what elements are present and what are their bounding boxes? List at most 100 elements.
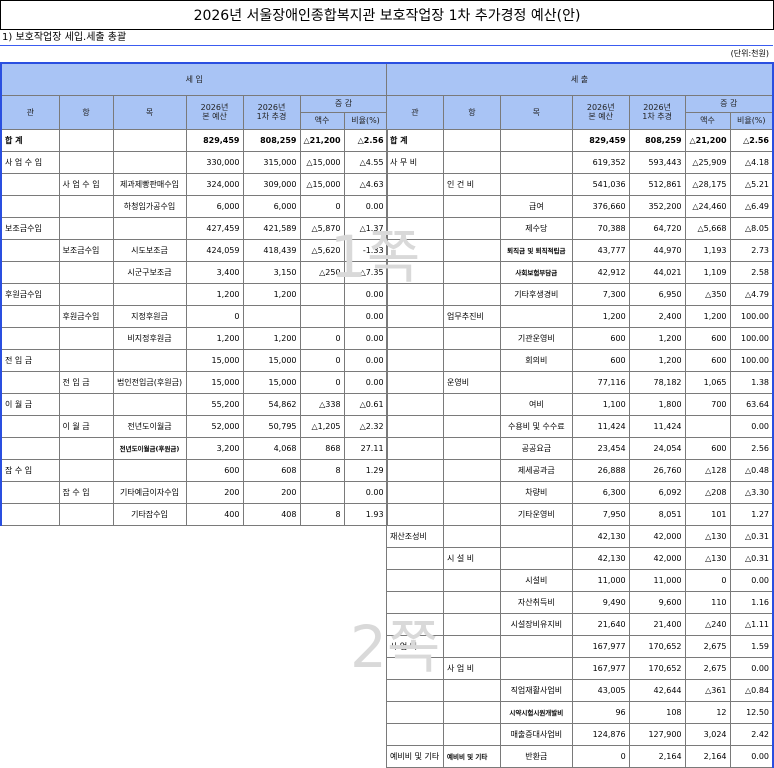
table-row: 시설장비유지비 21,640 21,400 △240 △1.11 xyxy=(386,612,774,636)
cell-original: 11,000 xyxy=(571,568,630,592)
cell-gwan xyxy=(386,172,444,196)
cell-gwan xyxy=(386,656,444,680)
col-header-hang: 항 xyxy=(442,94,501,130)
cell-gwan xyxy=(386,392,444,416)
table-row: 전 입 금 법인전입금(후원금) 15,000 15,000 0 0.00 xyxy=(0,370,388,394)
cell-original: 42,912 xyxy=(571,260,630,284)
cell-original: 55,200 xyxy=(185,392,244,416)
cell-change-amount: △130 xyxy=(684,546,731,570)
cell-mok: 급여 xyxy=(499,194,573,218)
cell-change-ratio: △6.49 xyxy=(729,194,774,218)
cell-mok: 여비 xyxy=(499,392,573,416)
cell-original: 1,200 xyxy=(571,304,630,328)
cell-original: 330,000 xyxy=(185,150,244,174)
cell-hang xyxy=(442,634,501,658)
cell-gwan xyxy=(386,414,444,438)
col-header-ratio: 비율(%) xyxy=(343,111,388,130)
cell-hang xyxy=(58,216,114,240)
cell-hang xyxy=(58,194,114,218)
cell-change-ratio: △0.61 xyxy=(343,392,388,416)
col-header-gwan: 관 xyxy=(386,94,444,130)
cell-hang: 업무추진비 xyxy=(442,304,501,328)
table-row: 사 업 비 167,977 170,652 2,675 0.00 xyxy=(386,656,774,680)
cell-hang xyxy=(58,282,114,306)
cell-original: 541,036 xyxy=(571,172,630,196)
cell-revised: 408 xyxy=(242,502,301,526)
cell-change-ratio: △3.30 xyxy=(729,480,774,504)
cell-revised: 2,164 xyxy=(628,744,686,768)
cell-hang: 사 업 수 입 xyxy=(58,172,114,196)
cell-hang: 인 건 비 xyxy=(442,172,501,196)
table-row: 제세공과금 26,888 26,760 △128 △0.48 xyxy=(386,458,774,482)
cell-mok xyxy=(499,304,573,328)
cell-hang xyxy=(442,612,501,636)
unit-label: (단위:천원) xyxy=(730,49,769,58)
cell-change-ratio: 0.00 xyxy=(343,194,388,218)
cell-gwan xyxy=(386,216,444,240)
table-row: 공공요금 23,454 24,054 600 2.56 xyxy=(386,436,774,460)
cell-original: 424,059 xyxy=(185,238,244,262)
cell-original: 167,977 xyxy=(571,656,630,680)
cell-hang xyxy=(442,568,501,592)
cell-change-amount: 0 xyxy=(299,348,345,372)
cell-hang xyxy=(58,348,114,372)
cell-change-amount: △361 xyxy=(684,678,731,702)
table-row: 시 설 비 42,130 42,000 △130 △0.31 xyxy=(386,546,774,570)
cell-change-amount: 1,065 xyxy=(684,370,731,394)
table-row: 예비비 및 기타 예비비 및 기타 반환금 0 2,164 2,164 0.00 xyxy=(386,744,774,768)
cell-mok: 공공요금 xyxy=(499,436,573,460)
cell-original: 0 xyxy=(571,744,630,768)
cell-change-ratio: △4.63 xyxy=(343,172,388,196)
cell-change-amount: △208 xyxy=(684,480,731,504)
cell-revised: 608 xyxy=(242,458,301,482)
table-row: 기타후생경비 7,300 6,950 △350 △4.79 xyxy=(386,282,774,306)
cell-gwan: 예비비 및 기타 xyxy=(386,744,444,768)
cell-gwan: 사 업 수 입 xyxy=(0,150,60,174)
cell-revised: 54,862 xyxy=(242,392,301,416)
cell-change-ratio: 0.00 xyxy=(343,370,388,394)
cell-revised: 593,443 xyxy=(628,150,686,174)
cell-change-amount: △28,175 xyxy=(684,172,731,196)
cell-change-ratio: 2.56 xyxy=(729,436,774,460)
cell-original: 43,777 xyxy=(571,238,630,262)
cell-original: 21,640 xyxy=(571,612,630,636)
table-row: 보조금수입 시도보조금 424,059 418,439 △5,620 -1.33 xyxy=(0,238,388,262)
cell-mok: 기타운영비 xyxy=(499,502,573,526)
cell-mok: 시도보조금 xyxy=(112,238,187,262)
cell-original: 6,300 xyxy=(571,480,630,504)
cell-original: 9,490 xyxy=(571,590,630,614)
cell-change-ratio: 2.42 xyxy=(729,722,774,746)
cell-change-ratio: △4.18 xyxy=(729,150,774,174)
cell-hang xyxy=(58,502,114,526)
cell-change-amount: △5,870 xyxy=(299,216,345,240)
cell-change-amount: 1,109 xyxy=(684,260,731,284)
cell-mok xyxy=(499,370,573,394)
cell-original: 43,005 xyxy=(571,678,630,702)
cell-change-ratio: 0.00 xyxy=(729,414,774,438)
cell-change-amount: 700 xyxy=(684,392,731,416)
cell-change-amount: △338 xyxy=(299,392,345,416)
cell-mok xyxy=(499,524,573,548)
cell-gwan xyxy=(386,282,444,306)
table-row: 시설비 11,000 11,000 0 0.00 xyxy=(386,568,774,592)
cell-gwan xyxy=(0,414,60,438)
cell-mok: 제과제빵판매수입 xyxy=(112,172,187,196)
cell-hang xyxy=(442,678,501,702)
cell-original: 167,977 xyxy=(571,634,630,658)
cell-original: 1,200 xyxy=(185,282,244,306)
cell-revised: 11,000 xyxy=(628,568,686,592)
table-row: 시군구보조금 3,400 3,150 △250 △7.35 xyxy=(0,260,388,284)
cell-hang xyxy=(58,392,114,416)
cell-revised: 808,259 xyxy=(242,128,301,152)
cell-hang: 운영비 xyxy=(442,370,501,394)
table-row: 퇴직금 및 퇴직적립금 43,777 44,970 1,193 2.73 xyxy=(386,238,774,262)
cell-hang: 후원금수입 xyxy=(58,304,114,328)
cell-original: 124,876 xyxy=(571,722,630,746)
cell-mok xyxy=(112,348,187,372)
cell-hang xyxy=(442,282,501,306)
cell-revised: 44,970 xyxy=(628,238,686,262)
cell-change-amount: 8 xyxy=(299,502,345,526)
cell-gwan xyxy=(386,326,444,350)
cell-gwan xyxy=(386,194,444,218)
cell-change-amount xyxy=(299,282,345,306)
